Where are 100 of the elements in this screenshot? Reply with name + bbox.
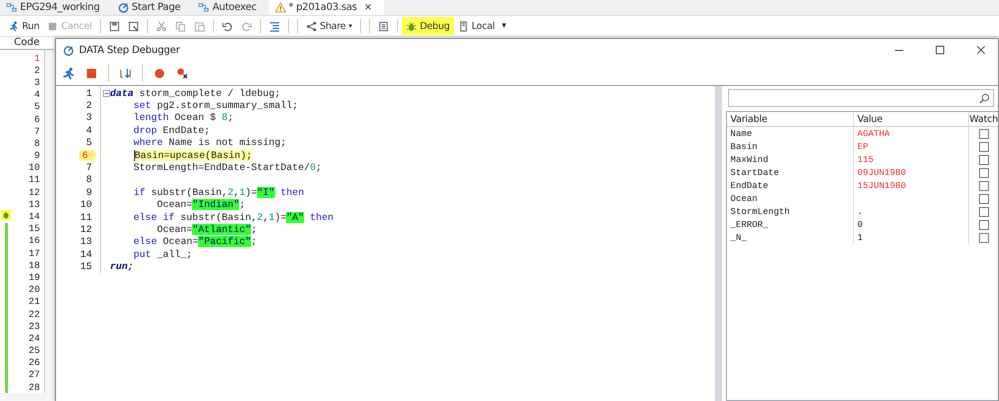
line-number: 11 (28, 174, 41, 186)
table-cell: . (857, 206, 863, 216)
code-tab[interactable]: Code (0, 37, 54, 50)
table-cell: 115 (857, 154, 874, 164)
table-cell: Ocean (730, 194, 758, 204)
document-tab[interactable]: Start Page (112, 0, 192, 15)
code-line: set pg2.storm_summary_small; (134, 100, 298, 112)
line-number: 6 (79, 150, 97, 161)
start-icon (118, 2, 129, 13)
line-number: 1 (85, 88, 93, 99)
line-number: 11 (79, 212, 93, 223)
flow-icon (198, 2, 210, 13)
debugger-icon (63, 44, 74, 56)
line-number: 26 (28, 357, 41, 368)
line-number: 13 (79, 236, 93, 248)
line-number: 8 (33, 138, 41, 149)
line-number: 21 (28, 296, 41, 308)
line-number: 15 (28, 223, 41, 234)
table-cell: 15JUN1980 (857, 180, 906, 190)
window-title: DATA Step Debugger (79, 44, 180, 56)
run-button[interactable]: Run (4, 17, 44, 35)
copy-icon (174, 20, 186, 32)
scissors-icon (156, 20, 167, 32)
watch-checkbox[interactable] (978, 128, 989, 138)
paste-icon (194, 20, 205, 32)
line-number: 3 (85, 112, 93, 124)
line-number: 13 (28, 198, 41, 210)
close-tab-button[interactable]: × (364, 2, 372, 13)
line-number: 25 (28, 345, 41, 356)
share-icon (306, 20, 317, 32)
save-as-icon (128, 20, 139, 32)
table-cell: 1 (857, 232, 863, 242)
step-into-icon[interactable] (119, 66, 132, 80)
watch-checkbox[interactable] (978, 220, 989, 230)
breakpoint-icon[interactable] (153, 66, 166, 80)
code-line: Ocean="Atlantic"; (157, 224, 257, 235)
watch-checkbox[interactable] (978, 154, 989, 164)
line-number: 9 (85, 186, 93, 198)
table-cell: MaxWind (730, 154, 768, 164)
code-line: data storm_complete / ldebug; (110, 88, 281, 99)
line-number: 23 (28, 320, 41, 332)
document-tab[interactable]: EPG294_working (0, 0, 112, 15)
save-icon (108, 20, 120, 32)
line-number: 3 (33, 76, 41, 88)
server-icon (458, 20, 469, 32)
code-line: else if substr(Basin,2,1)="A" then (134, 212, 334, 223)
maximize-button[interactable] (935, 45, 945, 55)
scrollbar[interactable] (715, 86, 722, 401)
line-number: 22 (28, 308, 41, 320)
table-cell: StormLength (730, 206, 790, 216)
watch-checkbox[interactable] (978, 180, 989, 190)
stop-icon[interactable] (85, 66, 98, 80)
code-line: if substr(Basin,2,1)="I" then (134, 186, 304, 198)
line-number: 1 (33, 52, 41, 64)
line-number: 8 (85, 174, 93, 186)
close-button[interactable] (976, 45, 986, 55)
table-cell: _N_ (730, 232, 747, 242)
code-line: else Ocean="Pacific"; (134, 236, 258, 248)
watch-checkbox[interactable] (978, 168, 989, 178)
line-number: 16 (28, 235, 41, 246)
table-cell: AGATHA (857, 128, 890, 138)
line-number: 20 (28, 284, 41, 296)
line-number: 14 (79, 248, 93, 260)
table-cell: StartDate (730, 168, 780, 178)
column-header: Value (854, 112, 970, 126)
clear-breakpoints-icon[interactable] (176, 66, 189, 80)
table-cell: _ERROR_ (730, 220, 768, 230)
debug-button[interactable]: Debug (402, 17, 454, 35)
line-number: 12 (79, 224, 93, 235)
watch-checkbox[interactable] (978, 206, 989, 216)
line-number: 4 (33, 89, 41, 100)
line-number: 5 (33, 101, 41, 112)
code-line: put _all_; (134, 248, 192, 260)
search-field[interactable] (728, 89, 994, 107)
table-cell: EP (857, 142, 868, 152)
line-number: 28 (28, 382, 41, 393)
line-number: 2 (85, 100, 93, 112)
line-number: 14 (28, 211, 41, 222)
watch-checkbox[interactable] (978, 142, 989, 152)
watch-checkbox[interactable] (978, 232, 989, 242)
server-menu[interactable]: Local ▾ (454, 17, 510, 35)
document-tab[interactable]: Autoexec (192, 0, 269, 15)
watch-checkbox[interactable] (978, 194, 989, 204)
format-icon (268, 20, 280, 32)
code-line: run; (110, 261, 134, 272)
redo-icon (240, 20, 252, 32)
line-number: 7 (33, 126, 41, 137)
table-cell: 09JUN1980 (857, 168, 906, 178)
collapse-icon[interactable] (103, 90, 110, 97)
line-number: 6 (33, 114, 41, 125)
table-cell: Basin (730, 142, 758, 152)
runner-icon[interactable] (62, 66, 75, 80)
line-number: 10 (28, 162, 41, 174)
document-tab[interactable]: * p201a03.sas × (268, 0, 384, 15)
table-cell: Name (730, 128, 752, 138)
outline-icon (378, 20, 389, 32)
line-number: 7 (85, 162, 93, 174)
table-cell: EndDate (730, 180, 768, 190)
stop-icon (47, 20, 58, 32)
line-number: 19 (28, 272, 41, 283)
